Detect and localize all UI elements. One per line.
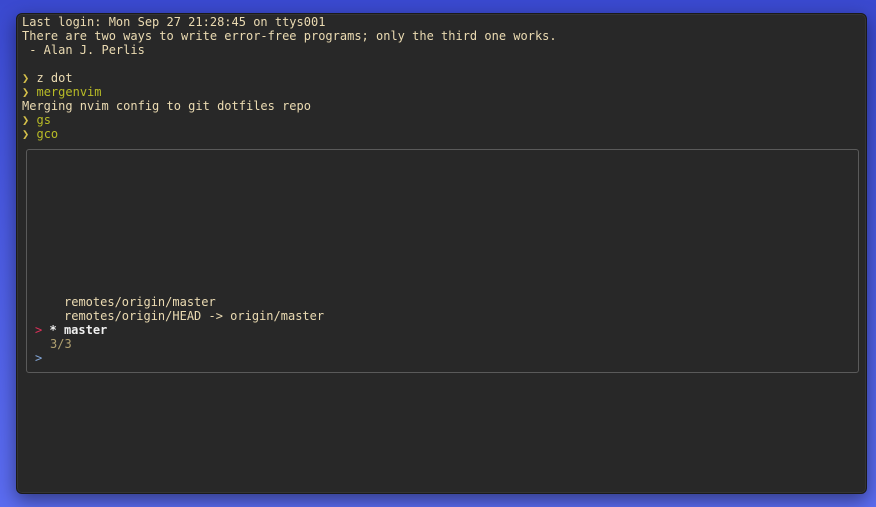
quote-line: There are two ways to write error-free p… [22, 29, 557, 43]
history-entry-gco: ❯ gco [22, 127, 58, 141]
quote-author-line: - Alan J. Perlis [22, 43, 145, 57]
command-output: Merging nvim config to git dotfiles repo [22, 99, 311, 113]
list-item[interactable]: remotes/origin/master [64, 295, 216, 309]
history-entry-z-dot: ❯ z dot [22, 71, 73, 85]
command-text: gs [36, 113, 51, 127]
selection-pointer: > [35, 323, 43, 337]
history-entry-gs: ❯ gs [22, 113, 51, 127]
last-login-line: Last login: Mon Sep 27 21:28:45 on ttys0… [22, 15, 326, 29]
command-text: gco [36, 127, 59, 141]
prompt-symbol: ❯ [22, 85, 30, 99]
prompt-symbol: ❯ [22, 127, 30, 141]
query-prompt[interactable]: > [35, 351, 42, 365]
prompt-symbol: ❯ [22, 113, 30, 127]
selected-list-item[interactable]: > * master [35, 323, 107, 337]
match-count: 3/3 [50, 337, 72, 351]
terminal-window[interactable]: Last login: Mon Sep 27 21:28:45 on ttys0… [16, 13, 867, 494]
prompt-symbol: ❯ [22, 71, 30, 85]
selection-marker: * [49, 323, 57, 337]
command-text: z dot [36, 71, 73, 85]
history-entry-mergenvim: ❯ mergenvim [22, 85, 102, 99]
command-text: mergenvim [36, 85, 102, 99]
list-item[interactable]: remotes/origin/HEAD -> origin/master [64, 309, 324, 323]
fzf-picker[interactable]: remotes/origin/master remotes/origin/HEA… [26, 149, 859, 373]
selected-label: master [63, 323, 108, 337]
